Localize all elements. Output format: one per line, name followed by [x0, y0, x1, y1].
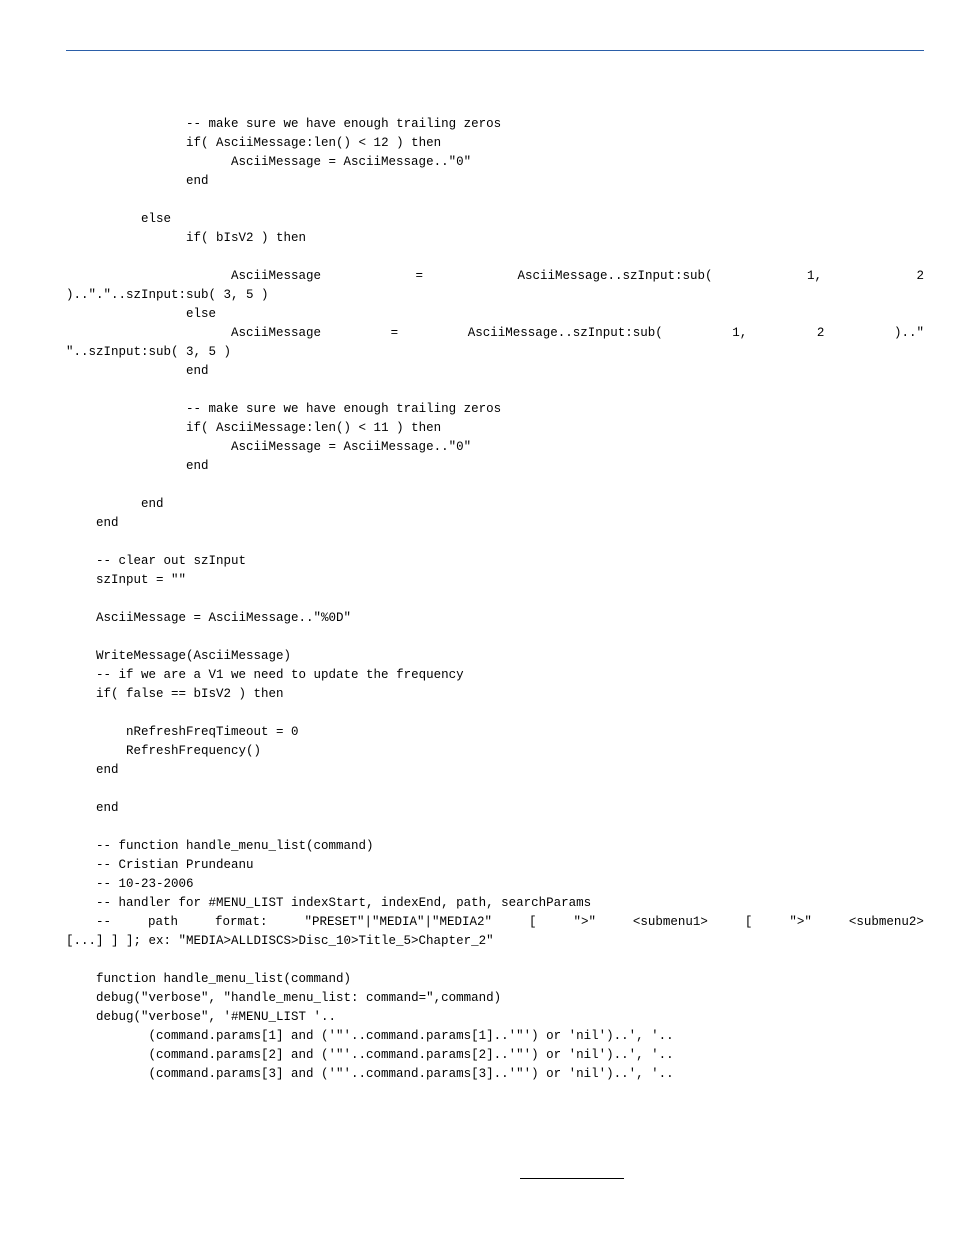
code-line: -- 10-23-2006: [66, 875, 924, 894]
code-line: else: [66, 210, 924, 229]
code-line: [66, 381, 924, 400]
code-line: -- clear out szInput: [66, 552, 924, 571]
code-line: if( AsciiMessage:len() < 12 ) then: [66, 134, 924, 153]
code-line: -- if we are a V1 we need to update the …: [66, 666, 924, 685]
code-block: -- make sure we have enough trailing zer…: [66, 96, 924, 1084]
code-line: -- handler for #MENU_LIST indexStart, in…: [66, 894, 924, 913]
footer-rule: [520, 1178, 624, 1179]
code-line: -- make sure we have enough trailing zer…: [66, 115, 924, 134]
code-line: end: [66, 799, 924, 818]
code-line: -- Cristian Prundeanu: [66, 856, 924, 875]
code-line: [66, 476, 924, 495]
code-line: (command.params[3] and ('"'..command.par…: [66, 1065, 924, 1084]
code-line: else: [66, 305, 924, 324]
code-line: szInput = "": [66, 571, 924, 590]
code-line: AsciiMessage=AsciiMessage..szInput:sub(1…: [66, 324, 924, 343]
code-line: [66, 191, 924, 210]
code-line: WriteMessage(AsciiMessage): [66, 647, 924, 666]
code-line: -- function handle_menu_list(command): [66, 837, 924, 856]
code-line: [66, 818, 924, 837]
code-line: AsciiMessage = AsciiMessage.."0": [66, 438, 924, 457]
code-line: end: [66, 362, 924, 381]
code-line: [66, 780, 924, 799]
code-line: nRefreshFreqTimeout = 0: [66, 723, 924, 742]
code-line: debug("verbose", '#MENU_LIST '..: [66, 1008, 924, 1027]
code-line: (command.params[1] and ('"'..command.par…: [66, 1027, 924, 1046]
code-line: [...] ] ]; ex: "MEDIA>ALLDISCS>Disc_10>T…: [66, 932, 924, 951]
code-line: [66, 248, 924, 267]
code-line: AsciiMessage = AsciiMessage.."0": [66, 153, 924, 172]
code-line: AsciiMessage = AsciiMessage.."%0D": [66, 609, 924, 628]
code-line: RefreshFrequency(): [66, 742, 924, 761]
code-line: end: [66, 495, 924, 514]
code-line: [66, 590, 924, 609]
code-line: [66, 628, 924, 647]
code-line: end: [66, 457, 924, 476]
code-line: -- make sure we have enough trailing zer…: [66, 400, 924, 419]
code-line: [66, 951, 924, 970]
code-line: [66, 533, 924, 552]
code-line: ).."."..szInput:sub( 3, 5 ): [66, 286, 924, 305]
code-line: end: [66, 514, 924, 533]
code-line: "..szInput:sub( 3, 5 ): [66, 343, 924, 362]
code-line: if( bIsV2 ) then: [66, 229, 924, 248]
code-line: (command.params[2] and ('"'..command.par…: [66, 1046, 924, 1065]
code-line: --pathformat:"PRESET"|"MEDIA"|"MEDIA2"["…: [66, 913, 924, 932]
code-line: debug("verbose", "handle_menu_list: comm…: [66, 989, 924, 1008]
code-line: [66, 704, 924, 723]
header-rule: [66, 50, 924, 51]
code-line: function handle_menu_list(command): [66, 970, 924, 989]
code-line: [66, 96, 924, 115]
code-line: end: [66, 761, 924, 780]
code-line: if( AsciiMessage:len() < 11 ) then: [66, 419, 924, 438]
code-line: AsciiMessage=AsciiMessage..szInput:sub(1…: [66, 267, 924, 286]
code-line: if( false == bIsV2 ) then: [66, 685, 924, 704]
code-line: end: [66, 172, 924, 191]
